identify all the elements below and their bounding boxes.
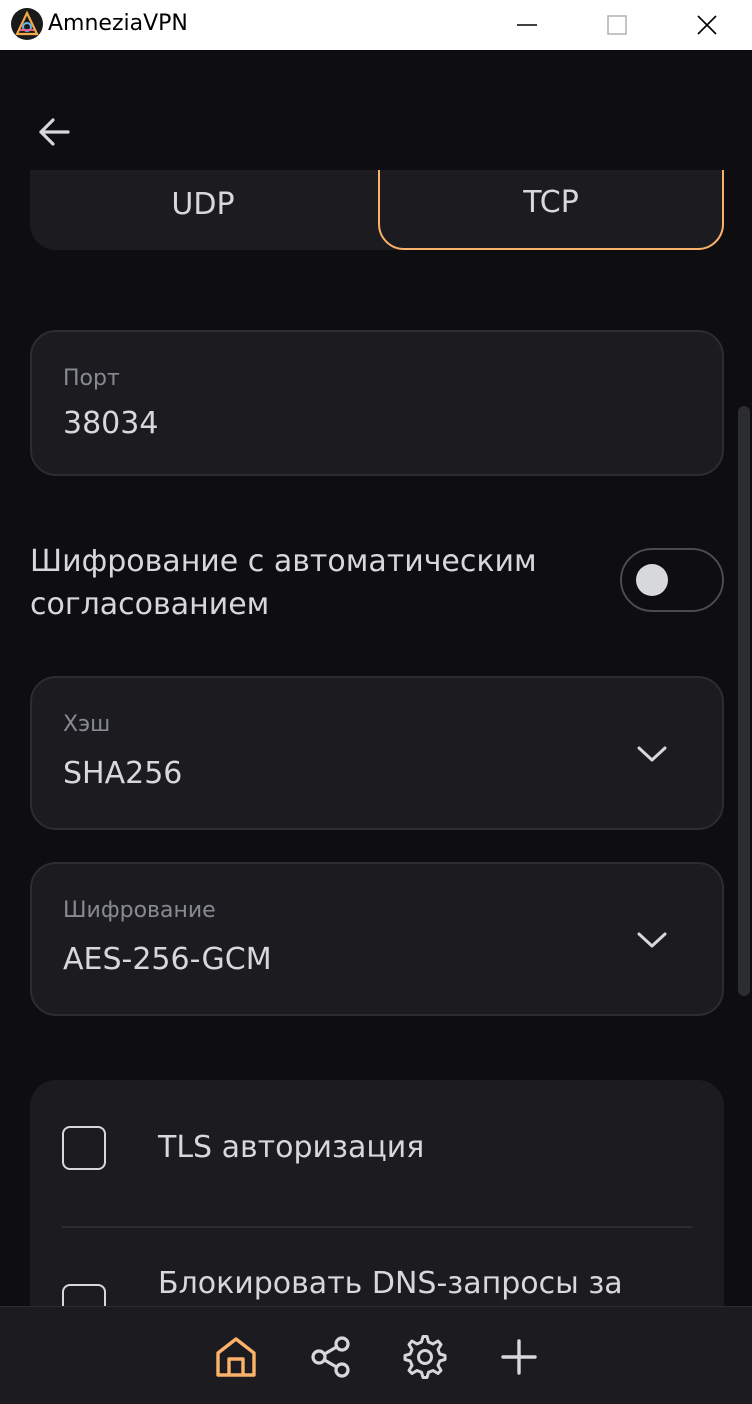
arrow-left-icon [39, 118, 70, 146]
toggle-knob [636, 564, 668, 596]
scrollbar[interactable] [738, 406, 750, 996]
maximize-button[interactable] [572, 0, 662, 50]
app-logo-icon [11, 8, 43, 40]
back-button[interactable] [30, 108, 78, 156]
block-dns-checkbox[interactable] [62, 1284, 106, 1306]
home-icon [216, 1337, 256, 1377]
port-field[interactable]: Порт 38034 [30, 330, 724, 476]
protocol-option-udp[interactable]: UDP [30, 170, 376, 250]
cipher-label: Шифрование [63, 898, 216, 923]
hash-dropdown[interactable]: Хэш SHA256 [30, 676, 724, 830]
settings-content[interactable]: UDP TCP Порт 38034 Шифрование с автомати… [0, 170, 752, 1306]
block-dns-row[interactable]: Блокировать DNS-запросы за [30, 1228, 724, 1306]
ncp-toggle[interactable] [620, 548, 724, 612]
hash-label: Хэш [63, 712, 111, 737]
protocol-selector: UDP TCP [30, 170, 724, 250]
tls-auth-checkbox[interactable] [62, 1126, 106, 1170]
nav-settings-button[interactable] [399, 1331, 451, 1383]
window-title: AmneziaVPN [48, 11, 188, 36]
settings-icon [403, 1335, 447, 1379]
chevron-down-icon [634, 736, 670, 772]
nav-home-button[interactable] [210, 1331, 262, 1383]
tls-auth-label: TLS авторизация [158, 1130, 425, 1165]
ncp-toggle-label: Шифрование с автоматическим согласование… [30, 544, 537, 622]
bottom-navigation [0, 1306, 752, 1404]
hash-value: SHA256 [63, 756, 183, 791]
chevron-down-icon [634, 922, 670, 958]
cipher-value: AES-256-GCM [63, 942, 272, 977]
minimize-button[interactable] [482, 0, 572, 50]
port-value[interactable]: 38034 [63, 406, 158, 441]
protocol-option-tcp[interactable]: TCP [378, 170, 724, 250]
close-button[interactable] [662, 0, 752, 50]
nav-add-button[interactable] [493, 1331, 545, 1383]
title-bar: AmneziaVPN [0, 0, 752, 50]
nav-share-button[interactable] [305, 1331, 357, 1383]
app-window: AmneziaVPN UDP TCP Порт 38034 Шифрование… [0, 0, 752, 1404]
add-icon [501, 1339, 537, 1375]
share-icon [311, 1336, 350, 1378]
port-label: Порт [63, 366, 120, 391]
tls-auth-row[interactable]: TLS авторизация [30, 1080, 724, 1226]
options-card: TLS авторизация Блокировать DNS-запросы … [30, 1080, 724, 1306]
block-dns-label: Блокировать DNS-запросы за [158, 1266, 623, 1301]
cipher-dropdown[interactable]: Шифрование AES-256-GCM [30, 862, 724, 1016]
